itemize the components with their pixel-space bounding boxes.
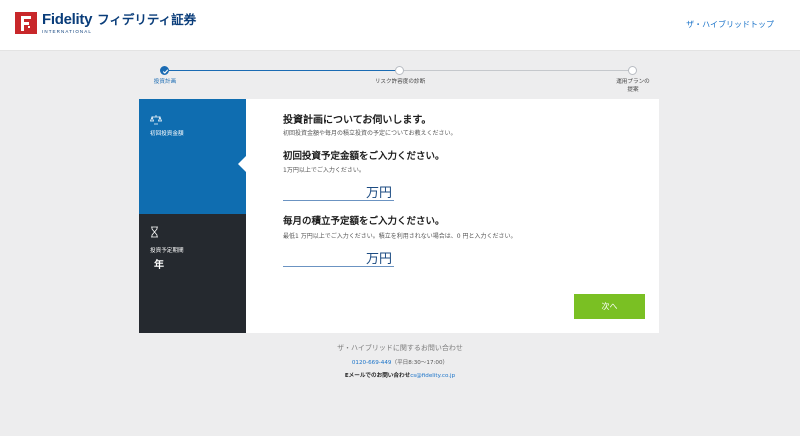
- fidelity-logo-mark-icon: [15, 12, 37, 34]
- initial-amount-field: 万円: [283, 179, 394, 201]
- next-button[interactable]: 次へ: [574, 294, 645, 319]
- form-intro: 初回投資金額や毎月の積立投資の予定についてお教えください。: [283, 130, 457, 137]
- email-link[interactable]: cs@fidelity.co.jp: [410, 373, 455, 379]
- sidebar-item-label: 投資予定期間: [150, 248, 184, 254]
- initial-amount-heading: 初回投資予定金額をご入力ください。: [283, 151, 445, 162]
- step-3-dot: [628, 66, 637, 75]
- contact-title: ザ・ハイブリッドに関するお問い合わせ: [337, 344, 463, 352]
- contact-phone-line: 0120-669-449（平日8:30〜17:00）: [0, 358, 800, 366]
- brand-subtitle: INTERNATIONAL: [42, 29, 92, 34]
- phone-link[interactable]: 0120-669-449: [352, 360, 392, 366]
- step-2-label: リスク許容度の診断: [374, 79, 426, 85]
- form-heading: 投資計画についてお伺いします。: [283, 115, 432, 126]
- initial-amount-hint: 1万円以上でご入力ください。: [283, 167, 365, 174]
- step-1-label: 投資計画: [153, 79, 177, 85]
- hybrid-top-link[interactable]: ザ・ハイブリッドトップ: [686, 19, 774, 30]
- hourglass-icon: [150, 223, 159, 242]
- initial-amount-input[interactable]: [283, 181, 361, 199]
- phone-hours: （平日8:30〜17:00）: [391, 360, 449, 366]
- step-2-dot: [395, 66, 404, 75]
- sidebar-item-initial-amount[interactable]: 初回投資金額: [139, 99, 246, 214]
- step-3-label: 運用プランの 提案: [616, 79, 650, 94]
- monthly-amount-heading: 毎月の積立予定額をご入力ください。: [283, 216, 445, 227]
- email-label: Eメールでのお問い合わせ: [344, 373, 411, 379]
- step-1-check-icon: [160, 66, 169, 75]
- scale-icon: [149, 110, 163, 129]
- initial-amount-unit: 万円: [365, 186, 392, 201]
- fidelity-logo[interactable]: Fidelity フィデリティ証券 INTERNATIONAL: [15, 12, 196, 34]
- monthly-amount-field: 万円: [283, 245, 394, 267]
- sidebar-item-label: 初回投資金額: [150, 131, 184, 137]
- active-pointer: [238, 156, 246, 172]
- monthly-amount-input[interactable]: [283, 247, 361, 265]
- monthly-amount-hint: 最低1 万円以上でご入力ください。積立を利用されない場合は、0 円と入力ください…: [283, 233, 517, 240]
- header: Fidelity フィデリティ証券 INTERNATIONAL ザ・ハイブリッド…: [0, 0, 800, 51]
- contact-email-line: Eメールでのお問い合わせcs@fidelity.co.jp: [0, 371, 800, 379]
- monthly-amount-unit: 万円: [365, 252, 392, 267]
- sidebar-item-investment-period[interactable]: 投資予定期間 年: [139, 214, 246, 333]
- brand-name-jp: フィデリティ証券: [97, 12, 197, 27]
- period-value: 年: [154, 260, 164, 271]
- brand-name: Fidelity: [42, 11, 93, 28]
- progress-line-done: [165, 70, 399, 71]
- progress-line-pending: [399, 70, 633, 71]
